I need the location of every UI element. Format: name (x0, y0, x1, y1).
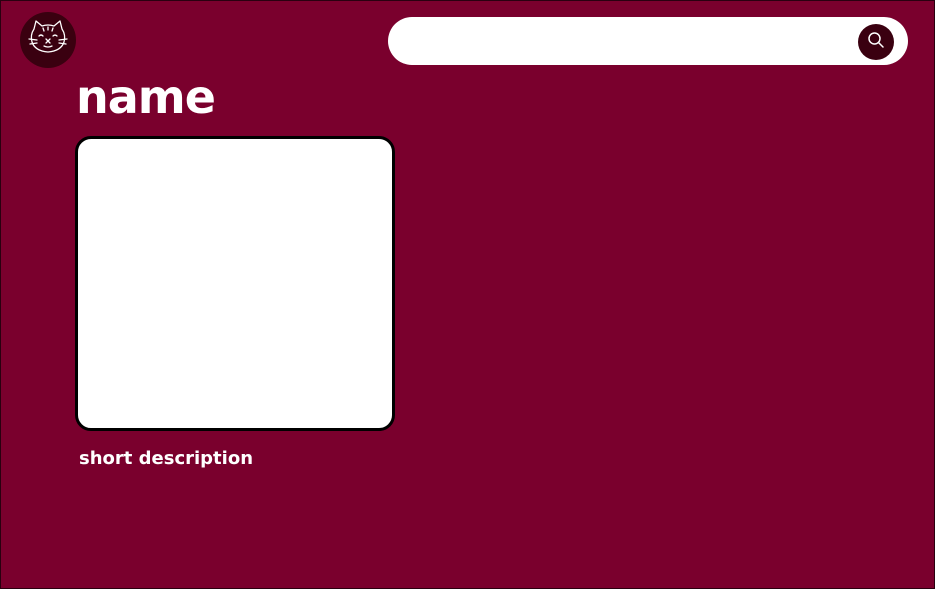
search-button[interactable] (858, 24, 894, 60)
cat-face-icon (25, 15, 71, 66)
search-input[interactable] (406, 17, 860, 67)
logo-button[interactable] (20, 12, 76, 68)
search-bar (388, 17, 908, 67)
search-icon (867, 31, 885, 54)
image-placeholder (75, 136, 395, 431)
page-title: name (76, 70, 216, 124)
short-description: short description (79, 448, 254, 469)
